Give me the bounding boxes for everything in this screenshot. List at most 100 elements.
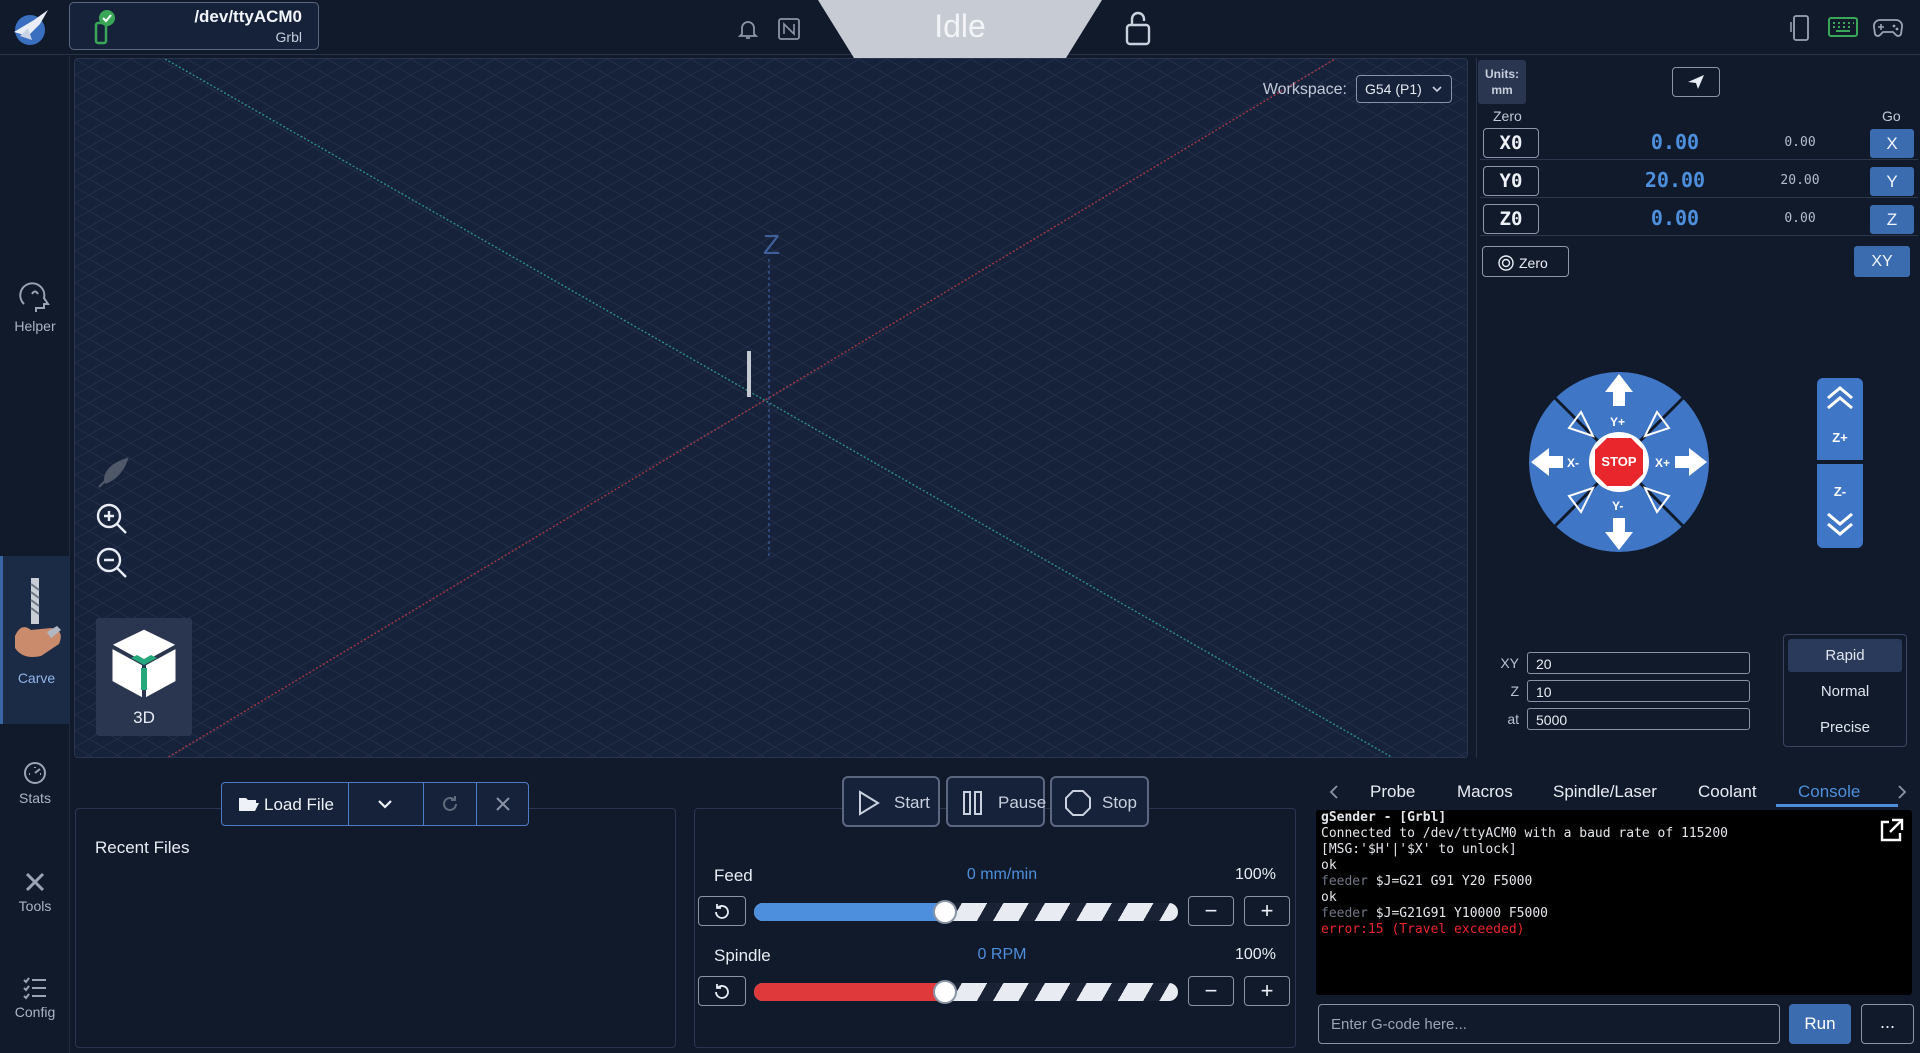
zero-x-button[interactable]: X0 (1483, 128, 1539, 158)
speed-rapid[interactable]: Rapid (1788, 639, 1902, 672)
spindle-increase-button[interactable]: + (1244, 976, 1290, 1006)
chevron-left-icon[interactable] (1328, 784, 1340, 800)
feed-slider-fill (754, 903, 945, 921)
jog-stop-button[interactable]: STOP (1599, 454, 1639, 469)
config-icon (0, 976, 70, 1000)
units-value: mm (1491, 83, 1513, 97)
device-selector[interactable]: /dev/ttyACM0 Grbl (69, 2, 319, 50)
spindle-slider-fill (754, 983, 945, 1001)
zoom-out-icon[interactable] (95, 546, 129, 580)
z-plus-arrow-icon[interactable] (1826, 386, 1854, 410)
go-y-button[interactable]: Y (1870, 167, 1914, 196)
undo-icon (715, 984, 729, 999)
feed-percent: 100% (1235, 866, 1276, 883)
lock-icon[interactable] (1124, 10, 1152, 46)
tab-coolant[interactable]: Coolant (1698, 782, 1757, 802)
close-icon (495, 796, 511, 812)
workspace-select[interactable]: G54 (P1) (1356, 75, 1452, 103)
go-z-button[interactable]: Z (1870, 205, 1914, 234)
spindle-slider[interactable] (754, 983, 1178, 1001)
z-plus-label[interactable]: Z+ (1817, 430, 1863, 445)
bell-icon[interactable] (736, 17, 760, 41)
feather-icon[interactable] (93, 453, 133, 493)
app-logo-icon (8, 6, 52, 50)
sidebar-item-config[interactable]: Config (0, 976, 70, 1036)
refresh-icon (441, 795, 459, 813)
go-to-button[interactable] (1672, 67, 1720, 97)
console-output[interactable]: gSender - [Grbl] Connected to /dev/ttyAC… (1316, 810, 1912, 995)
go-xy-button[interactable]: XY (1854, 246, 1910, 277)
sidebar-item-tools[interactable]: Tools (0, 870, 70, 930)
spindle-slider-thumb[interactable] (933, 980, 957, 1004)
pause-icon (963, 791, 982, 815)
chevron-right-icon[interactable] (1896, 784, 1908, 800)
file-toolbar: Load File (221, 782, 529, 826)
jog-feed-input[interactable]: 5000 (1527, 708, 1750, 730)
tab-probe[interactable]: Probe (1370, 782, 1415, 802)
remote-mode-icon[interactable] (1790, 14, 1812, 42)
jog-speed-selector: Rapid Normal Precise (1783, 634, 1907, 747)
feed-at-label: at (1507, 711, 1519, 727)
spindle-decrease-button[interactable]: − (1188, 976, 1234, 1006)
jog-y-minus-label[interactable]: Y- (1612, 499, 1623, 513)
sidebar-item-stats[interactable]: Stats (0, 760, 70, 820)
work-position-z[interactable]: 0.00 (1590, 206, 1760, 230)
load-file-button[interactable]: Load File (222, 783, 348, 825)
zero-z-button[interactable]: Z0 (1483, 204, 1539, 234)
pause-button[interactable]: Pause (946, 776, 1046, 827)
console-more-button[interactable]: ... (1861, 1004, 1914, 1044)
firmware-tools-icon[interactable] (776, 16, 802, 42)
jog-y-plus-label[interactable]: Y+ (1610, 415, 1625, 429)
console-line: ok (1321, 858, 1337, 873)
sidebar-item-carve[interactable]: Carve (0, 556, 70, 724)
run-gcode-button[interactable]: Run (1789, 1004, 1851, 1044)
external-link-icon[interactable] (1878, 818, 1904, 844)
console-line: Connected to /dev/ttyACM0 with a baud ra… (1321, 826, 1728, 841)
step-z-input[interactable]: 10 (1527, 680, 1750, 702)
feed-slider-thumb[interactable] (933, 900, 957, 924)
z-minus-label[interactable]: Z- (1817, 484, 1863, 499)
view-cube-button[interactable]: 3D (96, 618, 192, 736)
tab-macros[interactable]: Macros (1457, 782, 1513, 802)
device-firmware: Grbl (275, 29, 302, 45)
zoom-in-icon[interactable] (95, 502, 129, 536)
machine-state-label: Idle (934, 8, 986, 44)
tools-icon (0, 870, 70, 894)
reload-file-button[interactable] (424, 783, 476, 825)
sidebar: Helper Carve Stats Tools Config (0, 56, 70, 1053)
zero-all-button[interactable]: Zero (1482, 246, 1569, 277)
sidebar-item-helper[interactable]: Helper (0, 282, 70, 342)
feed-slider[interactable] (754, 903, 1178, 921)
units-label: Units: (1485, 67, 1519, 81)
play-icon (859, 790, 880, 816)
jog-x-plus-label[interactable]: X+ (1655, 456, 1670, 470)
speed-precise[interactable]: Precise (1788, 711, 1902, 744)
gcode-input[interactable]: Enter G-code here... (1318, 1004, 1780, 1044)
stop-button[interactable]: Stop (1050, 776, 1149, 827)
axis-row-y: Y0 20.00 20.00 Y (1480, 164, 1918, 198)
jog-x-minus-label[interactable]: X- (1567, 456, 1579, 470)
visualizer-canvas[interactable]: Workspace: G54 (P1) Z 3D (74, 58, 1468, 758)
speed-normal[interactable]: Normal (1788, 675, 1902, 708)
keyboard-shortcuts-icon[interactable] (1828, 16, 1858, 38)
step-xy-input[interactable]: 20 (1527, 652, 1750, 674)
tab-console[interactable]: Console (1798, 782, 1860, 802)
step-xy-label: XY (1500, 655, 1519, 671)
close-file-button[interactable] (477, 783, 529, 825)
console-line: [MSG:'$H'|'$X' to unlock] (1321, 842, 1517, 857)
work-position-x[interactable]: 0.00 (1590, 130, 1760, 154)
tab-spindle-laser[interactable]: Spindle/Laser (1553, 782, 1657, 802)
zero-y-button[interactable]: Y0 (1483, 166, 1539, 196)
go-x-button[interactable]: X (1870, 129, 1914, 158)
active-tab-indicator (1776, 804, 1898, 807)
z-minus-arrow-icon[interactable] (1826, 512, 1854, 536)
gamepad-icon[interactable] (1872, 16, 1904, 40)
start-button[interactable]: Start (842, 776, 940, 827)
load-options-button[interactable] (349, 783, 423, 825)
go-header: Go (1882, 108, 1901, 124)
feed-reset-button[interactable] (698, 896, 746, 926)
feed-increase-button[interactable]: + (1244, 896, 1290, 926)
spindle-reset-button[interactable] (698, 976, 746, 1006)
work-position-y[interactable]: 20.00 (1590, 168, 1760, 192)
feed-decrease-button[interactable]: − (1188, 896, 1234, 926)
